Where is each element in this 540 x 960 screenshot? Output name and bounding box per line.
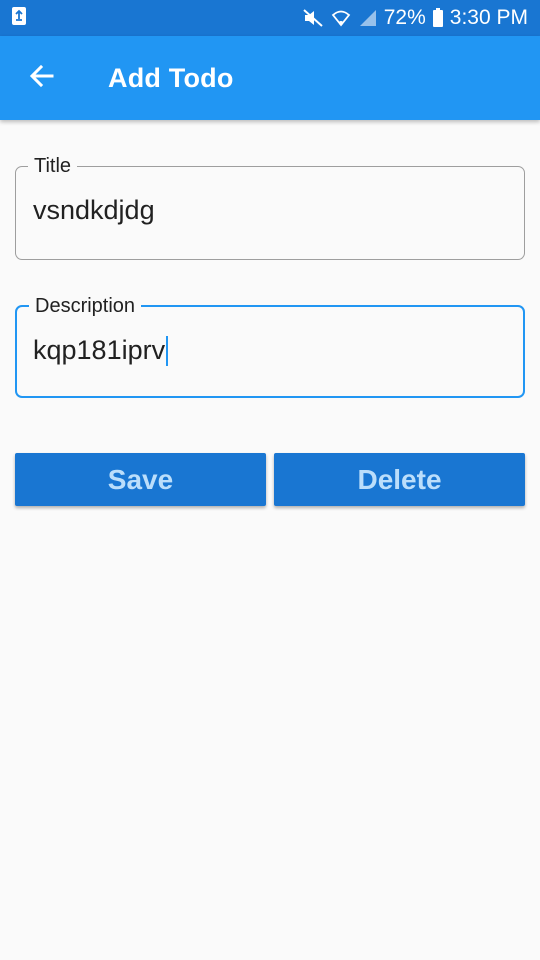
status-bar: 72% 3:30 PM (0, 0, 540, 36)
recycle-notification-icon (10, 5, 28, 32)
description-field-value-wrap[interactable]: kqp181iprv (33, 335, 169, 366)
description-field-label: Description (29, 293, 142, 319)
signal-icon (358, 8, 378, 28)
title-field-label: Title (28, 153, 78, 179)
arrow-back-icon (28, 62, 56, 95)
text-cursor (166, 335, 169, 366)
title-field[interactable]: Title vsndkdjdg (15, 153, 525, 260)
description-field[interactable]: Description kqp181iprv (15, 293, 525, 398)
app-bar: Add Todo (0, 36, 540, 120)
page-title: Add Todo (108, 62, 234, 93)
back-button[interactable] (14, 50, 70, 106)
delete-button[interactable]: Delete (274, 453, 525, 506)
battery-icon (432, 8, 444, 28)
status-time: 3:30 PM (449, 6, 528, 29)
save-button[interactable]: Save (15, 453, 266, 506)
battery-percent: 72% (383, 6, 426, 29)
title-field-value[interactable]: vsndkdjdg (33, 195, 155, 226)
mute-icon (302, 8, 324, 28)
description-field-value[interactable]: kqp181iprv (33, 335, 165, 366)
wifi-icon (330, 8, 352, 28)
